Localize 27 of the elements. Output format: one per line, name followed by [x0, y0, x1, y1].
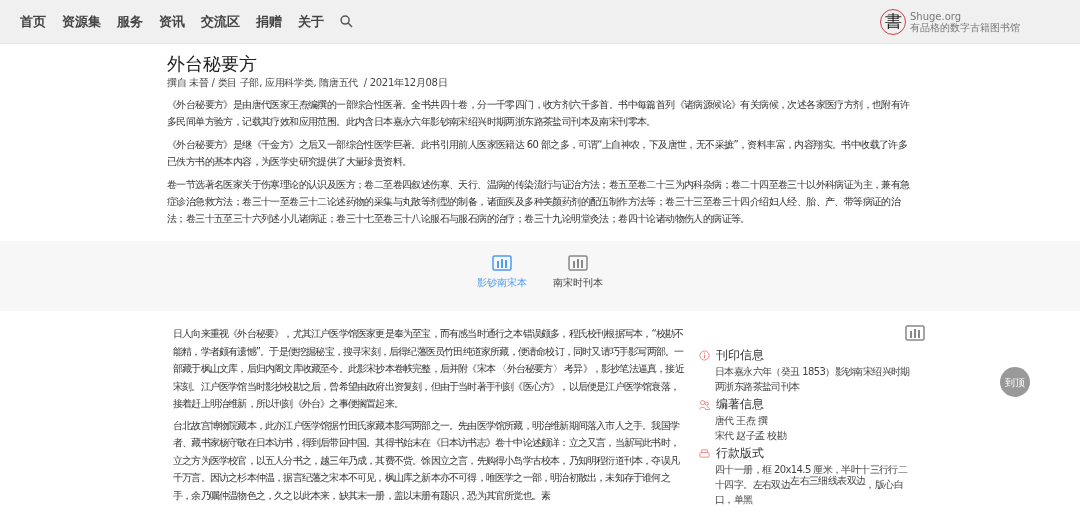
- nav-link[interactable]: 资讯: [159, 12, 185, 31]
- article-title: 外台秘要方: [167, 52, 258, 76]
- search-icon[interactable]: [340, 15, 353, 28]
- nav-link[interactable]: 捐赠: [256, 12, 282, 31]
- people-icon: [699, 399, 710, 410]
- info-text: 日本嘉永六年（癸丑 1853）影钞南宋绍兴时期两浙东路茶盐司刊本: [714, 365, 911, 394]
- nav-link[interactable]: 关于: [298, 12, 324, 31]
- info-text: 宋代 赵子孟 校勘: [714, 429, 788, 443]
- layout-icon: [699, 448, 710, 459]
- paragraph: 卷一节选著名医家关于伤寒理论的认识及医方；卷二至卷四叙述伤寒、天行、温病的传染流行与证治方法；卷五至卷二十三为内科杂病；卷二十四至卷三十以外科病证为主，兼有急症诊治急救方法；卷三十一至卷三十二论述药物的采集与丸散等剂型的制备，诸面疾及多种美颜药剂的配伍制作方法等；卷三十三至卷三十四介绍妇人经、胎、产、带等病证的治法；卷三十五至三十六列述小儿诸病证；卷三十七至卷三十八论服石与服石病的治疗；卷三十九论明堂灸法；卷四十论诸动物伤人的病证等。: [167, 178, 911, 226]
- logo-name: Shuge.org: [910, 10, 963, 22]
- info-heading: 编著信息: [716, 396, 764, 413]
- paragraph: 台北故宫博物院藏本，此亦江户医学馆据竹田氏家藏本影写两部之一。先由医学馆所藏，明治维新期间落入市人之手。我国学者、藏书家杨守敬在日本访书，得到后带回中国。其得书始末在《日本访书志》卷十中论述颇详：立之又言，当新写此书时，立之方为医学校官，以五人分书之，越三年乃成，其费不赀。馀因立之言，先购得小岛学古校本，乃知明程衍道刊本，夺误凡千万言。因访之杉本仲温，据言纪藩之宋本不可见，枫山库之新本亦不可得，唯医学之一部，明治初散出，未知存于谁何之手，余乃嘱仲温物色之，久之以此本来，缺其末一册，盖以末册有题识，恐为其官所觉也。素: [173, 418, 681, 503]
- paragraph: 《外台秘要方》是由唐代医家王焘编撰的一部综合性医著。全书共四十卷，分一千零四门，收方剂六千多首。书中每篇首列《诸病源候论》有关病候，次述各家医疗方剂，也附有许多民间单方验方，记载其疗效和应用范围。此内含日本嘉永六年影钞南宋绍兴时期两浙东路茶盐司刊本及南宋刊零本。: [167, 98, 911, 129]
- info-heading: 刊印信息: [716, 347, 764, 364]
- paragraph: 《外台秘要方》是继《千金方》之后又一部综合性医学巨著。此书引用前人医家医籍达 60 部之多，可谓“上自神农，下及唐世，无不采摭”，资料丰富，内容翔实。书中收载了许多已佚方书的基本内容，为医学史研究提供了大量珍贵资料。: [167, 138, 909, 169]
- nav-link[interactable]: 交流区: [201, 12, 240, 31]
- nav-link[interactable]: 服务: [117, 12, 143, 31]
- info-text: 唐代 王焘 撰: [714, 414, 769, 428]
- paragraph: 日人向来重视《外台秘要》，尤其江户医学馆医家更是奉为至宝，而有感当时通行之本错误颇多，程氏校刊根据写本，“校勘不能精，学者颇有遗憾”。于是便挖掘秘宝，搜寻宋刻，后得纪藩医员竹田纯道家所藏，便请命校订，同时又请巧手影写两部。一部藏于枫山文库，后归内阁文库收藏至今。此影宋抄本卷帙完整，后并附《宋本 〈外台秘要方〉 考异》，影抄笔法逼真，接近宋刻。江户医学馆当时影抄校勘之后，曾希望由政府出资复刻，但由于当时著手刊刻《医心方》，以后便是江户医学馆衰落，接着赶上明治维新，所以刊刻《外台》之事便搁置起来。: [173, 327, 685, 411]
- article-meta: 撰自 未晉 / 类目 子部, 应用科学类, 隋唐五代 / 2021年12月08日: [167, 76, 449, 90]
- nav-link[interactable]: 首页: [20, 12, 46, 31]
- info-heading: 行款版式: [716, 445, 764, 462]
- info-icon: [699, 350, 710, 361]
- edition-tab[interactable]: 南宋时刊本: [549, 255, 607, 313]
- nav-link[interactable]: 资源集: [62, 12, 101, 31]
- logo-tagline: 有品格的数字古籍图书馆: [910, 21, 1020, 33]
